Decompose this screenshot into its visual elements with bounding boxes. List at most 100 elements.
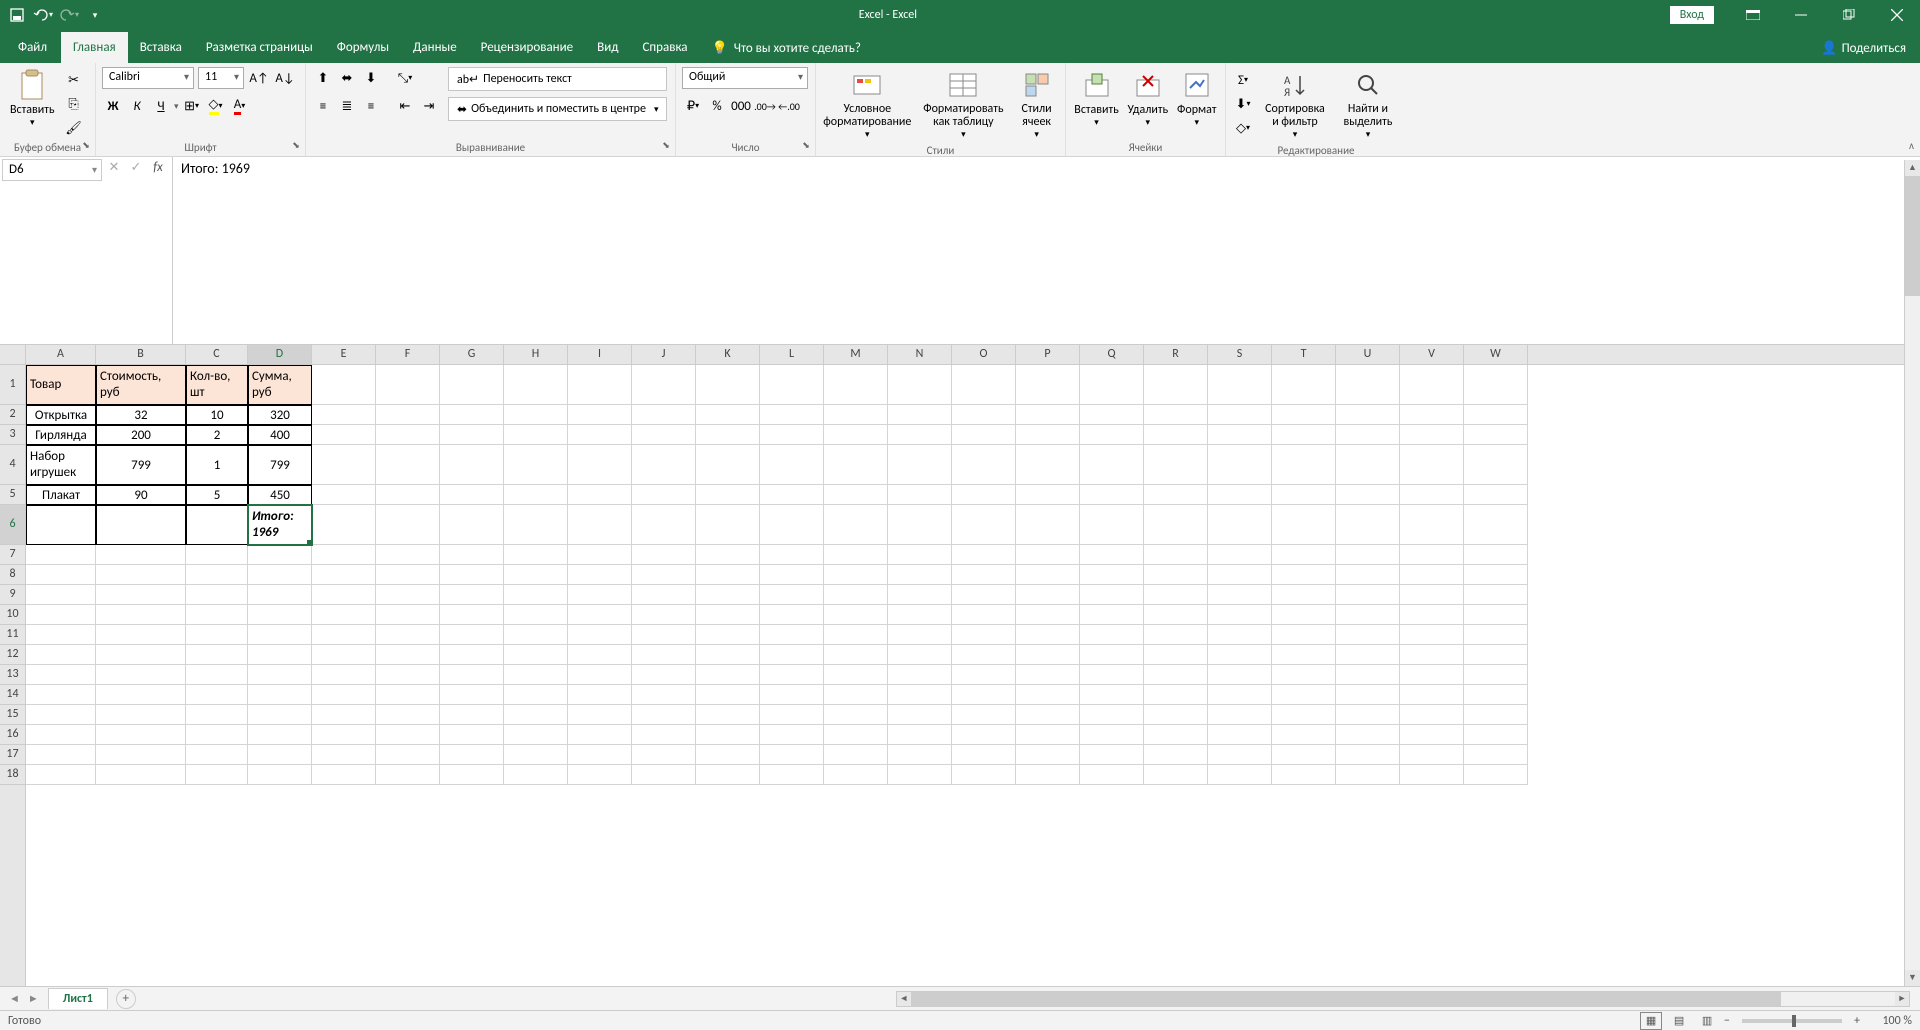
cell-T6[interactable] xyxy=(1272,505,1336,545)
cell-C14[interactable] xyxy=(186,685,248,705)
cell-D3[interactable]: 400 xyxy=(248,425,312,445)
tab-справка[interactable]: Справка xyxy=(630,32,699,63)
row-header-17[interactable]: 17 xyxy=(0,745,25,765)
cell-G9[interactable] xyxy=(440,585,504,605)
cut-icon[interactable]: ✂ xyxy=(63,69,85,91)
cell-J6[interactable] xyxy=(632,505,696,545)
accounting-format-icon[interactable]: ₽▾ xyxy=(682,95,704,117)
name-box[interactable]: D6 xyxy=(2,159,102,181)
cell-M11[interactable] xyxy=(824,625,888,645)
cell-R16[interactable] xyxy=(1144,725,1208,745)
cell-J15[interactable] xyxy=(632,705,696,725)
cell-W13[interactable] xyxy=(1464,665,1528,685)
cell-V9[interactable] xyxy=(1400,585,1464,605)
cell-M18[interactable] xyxy=(824,765,888,785)
cell-R14[interactable] xyxy=(1144,685,1208,705)
cell-J12[interactable] xyxy=(632,645,696,665)
sort-filter-button[interactable]: AЯСортировка и фильтр▾ xyxy=(1258,67,1332,142)
row-header-10[interactable]: 10 xyxy=(0,605,25,625)
cell-Q4[interactable] xyxy=(1080,445,1144,485)
cell-L18[interactable] xyxy=(760,765,824,785)
col-header-A[interactable]: A xyxy=(26,345,96,364)
cell-Q5[interactable] xyxy=(1080,485,1144,505)
cell-B8[interactable] xyxy=(96,565,186,585)
cell-V10[interactable] xyxy=(1400,605,1464,625)
cell-M4[interactable] xyxy=(824,445,888,485)
cell-I16[interactable] xyxy=(568,725,632,745)
cell-O11[interactable] xyxy=(952,625,1016,645)
italic-button[interactable]: К xyxy=(126,95,148,117)
formula-input[interactable]: Итого: 1969 xyxy=(173,157,1920,344)
cell-L17[interactable] xyxy=(760,745,824,765)
cell-S15[interactable] xyxy=(1208,705,1272,725)
cell-A16[interactable] xyxy=(26,725,96,745)
font-name-select[interactable]: Calibri xyxy=(102,67,194,89)
cell-E1[interactable] xyxy=(312,365,376,405)
cell-W15[interactable] xyxy=(1464,705,1528,725)
cell-F17[interactable] xyxy=(376,745,440,765)
cell-I14[interactable] xyxy=(568,685,632,705)
tab-главная[interactable]: Главная xyxy=(61,32,128,63)
cell-M6[interactable] xyxy=(824,505,888,545)
cell-E5[interactable] xyxy=(312,485,376,505)
cell-B11[interactable] xyxy=(96,625,186,645)
cell-Q6[interactable] xyxy=(1080,505,1144,545)
cell-K4[interactable] xyxy=(696,445,760,485)
cell-V5[interactable] xyxy=(1400,485,1464,505)
cell-B13[interactable] xyxy=(96,665,186,685)
cell-U8[interactable] xyxy=(1336,565,1400,585)
cell-Q16[interactable] xyxy=(1080,725,1144,745)
cell-R7[interactable] xyxy=(1144,545,1208,565)
col-header-H[interactable]: H xyxy=(504,345,568,364)
cell-D14[interactable] xyxy=(248,685,312,705)
cell-D12[interactable] xyxy=(248,645,312,665)
cell-M13[interactable] xyxy=(824,665,888,685)
cell-J4[interactable] xyxy=(632,445,696,485)
cell-K17[interactable] xyxy=(696,745,760,765)
cell-D17[interactable] xyxy=(248,745,312,765)
align-top-icon[interactable]: ⬆ xyxy=(312,67,334,89)
cell-S11[interactable] xyxy=(1208,625,1272,645)
cell-A11[interactable] xyxy=(26,625,96,645)
cell-K5[interactable] xyxy=(696,485,760,505)
cell-J17[interactable] xyxy=(632,745,696,765)
cell-B16[interactable] xyxy=(96,725,186,745)
cell-T7[interactable] xyxy=(1272,545,1336,565)
format-cells-button[interactable]: Формат▾ xyxy=(1175,67,1219,130)
cell-Q8[interactable] xyxy=(1080,565,1144,585)
cell-T11[interactable] xyxy=(1272,625,1336,645)
cell-Q12[interactable] xyxy=(1080,645,1144,665)
cell-E12[interactable] xyxy=(312,645,376,665)
borders-icon[interactable]: ⊞▾ xyxy=(181,95,203,117)
cell-U15[interactable] xyxy=(1336,705,1400,725)
cell-H15[interactable] xyxy=(504,705,568,725)
cell-S17[interactable] xyxy=(1208,745,1272,765)
zoom-out-icon[interactable]: − xyxy=(1724,1014,1730,1028)
close-icon[interactable] xyxy=(1874,0,1920,30)
decrease-font-icon[interactable]: A↓ xyxy=(274,67,296,89)
tab-file[interactable]: Файл xyxy=(4,32,61,63)
cell-I9[interactable] xyxy=(568,585,632,605)
cell-I15[interactable] xyxy=(568,705,632,725)
login-button[interactable]: Вход xyxy=(1670,6,1714,24)
cell-P7[interactable] xyxy=(1016,545,1080,565)
cell-R17[interactable] xyxy=(1144,745,1208,765)
cell-F2[interactable] xyxy=(376,405,440,425)
cell-P11[interactable] xyxy=(1016,625,1080,645)
cell-C16[interactable] xyxy=(186,725,248,745)
cell-F9[interactable] xyxy=(376,585,440,605)
cell-P17[interactable] xyxy=(1016,745,1080,765)
cell-C18[interactable] xyxy=(186,765,248,785)
cancel-formula-icon[interactable]: ✕ xyxy=(104,160,124,175)
cell-D4[interactable]: 799 xyxy=(248,445,312,485)
cell-B18[interactable] xyxy=(96,765,186,785)
align-right-icon[interactable]: ≡ xyxy=(360,95,382,117)
row-header-16[interactable]: 16 xyxy=(0,725,25,745)
horizontal-scrollbar[interactable]: ◄ ► xyxy=(896,991,1910,1007)
cell-B4[interactable]: 799 xyxy=(96,445,186,485)
cell-L7[interactable] xyxy=(760,545,824,565)
cell-M7[interactable] xyxy=(824,545,888,565)
cell-K10[interactable] xyxy=(696,605,760,625)
col-header-L[interactable]: L xyxy=(760,345,824,364)
cell-N6[interactable] xyxy=(888,505,952,545)
